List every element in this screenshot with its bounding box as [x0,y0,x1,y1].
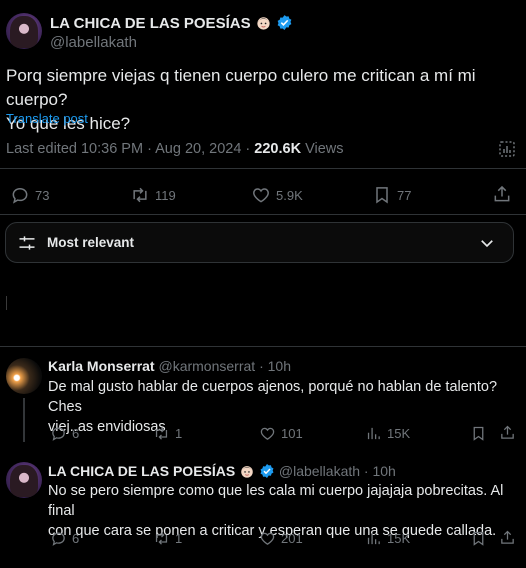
bookmark-icon [473,531,484,546]
face-emoji-icon [255,14,272,36]
like-count: 201 [281,531,303,546]
face-emoji-icon [239,463,255,482]
verified-badge-icon [276,14,293,36]
bookmark-icon [473,426,484,441]
thread-line [23,398,25,442]
repost-icon [133,187,147,203]
divider [0,346,526,347]
reply-avatar[interactable] [6,358,42,394]
reply-button[interactable]: 6 [50,530,79,547]
reply-header: Karla Monserrat @karmonserrat · 10h [48,358,291,374]
reply-author-name[interactable]: LA CHICA DE LAS POESÍAS [48,463,235,479]
views-button[interactable]: 15K [365,530,410,547]
repost-button[interactable]: 1 [153,530,182,547]
bookmark-icon [376,187,388,204]
like-count: 5.9K [276,187,303,203]
views-count: 15K [387,426,411,441]
author-avatar[interactable] [6,13,42,49]
repost-count: 1 [175,426,183,441]
repost-icon [155,427,168,440]
views-icon [367,532,380,545]
reply-author-handle[interactable]: @karmonserrat [158,358,255,374]
reply-time[interactable]: 10h [372,463,395,479]
like-icon [260,532,275,545]
separator-dot: · [259,358,264,374]
divider [0,214,526,215]
reply-icon [52,532,65,546]
views-label: Views [301,141,344,157]
share-button[interactable] [499,424,516,441]
divider [0,168,526,169]
reply-count: 6 [72,426,80,441]
author-handle[interactable]: @labellakath [50,34,137,51]
share-icon [494,185,510,202]
post-text-line1: Porq siempre viejas q tienen cuerpo cule… [6,66,476,109]
analytics-icon[interactable] [498,140,516,163]
share-button[interactable] [499,529,516,546]
reply-button[interactable]: 6 [50,425,79,442]
verified-badge-icon [259,463,275,482]
like-button[interactable]: 201 [259,530,303,547]
author-name[interactable]: LA CHICA DE LAS POESÍAS [50,15,251,32]
bookmark-button[interactable]: 77 [372,185,411,205]
like-count: 101 [281,426,303,441]
share-icon [501,425,514,439]
repost-count: 1 [175,531,183,546]
repost-button[interactable]: 1 [153,425,182,442]
reply-button[interactable]: 73 [10,185,49,205]
reply-author-name[interactable]: Karla Monserrat [48,358,155,374]
reply-header: LA CHICA DE LAS POESÍAS @labellakath · 1… [48,463,396,482]
like-icon [253,188,269,203]
views-count: 15K [387,531,411,546]
sort-label: Most relevant [47,235,135,250]
translate-link[interactable]: Translate post [6,111,88,126]
repost-button[interactable]: 119 [130,185,176,205]
edited-timestamp[interactable]: Last edited 10:36 PM · Aug 20, 2024 · [6,141,254,157]
repost-icon [155,532,168,545]
bookmark-count: 77 [397,187,412,203]
share-icon [501,530,514,544]
views-count: 220.6K [254,141,302,157]
bookmark-button[interactable] [470,530,487,547]
chevron-down-icon [481,239,493,247]
views-button[interactable]: 15K [365,425,410,442]
reply-author-handle[interactable]: @labellakath [279,463,360,479]
like-button[interactable]: 5.9K [251,185,303,205]
bookmark-button[interactable] [470,425,487,442]
text-cursor [6,296,7,310]
filter-icon [19,235,35,250]
separator-dot: · [363,463,369,479]
sort-selector[interactable]: Most relevant [5,222,514,263]
like-icon [260,427,275,440]
repost-count: 119 [155,187,176,203]
reply-text-line1: No se pero siempre como que les cala mi … [48,483,504,519]
author-name-row[interactable]: LA CHICA DE LAS POESÍAS [50,14,293,36]
reply-count: 73 [35,187,50,203]
post-meta: Last edited 10:36 PM · Aug 20, 2024 · 22… [6,141,344,157]
reply-avatar[interactable] [6,462,42,498]
share-button[interactable] [492,184,512,204]
views-icon [367,427,380,440]
reply-icon [12,187,28,204]
reply-count: 6 [72,531,80,546]
reply-text-line1: De mal gusto hablar de cuerpos ajenos, p… [48,379,498,415]
reply-time[interactable]: 10h [268,358,291,374]
like-button[interactable]: 101 [259,425,303,442]
reply-icon [52,427,65,441]
